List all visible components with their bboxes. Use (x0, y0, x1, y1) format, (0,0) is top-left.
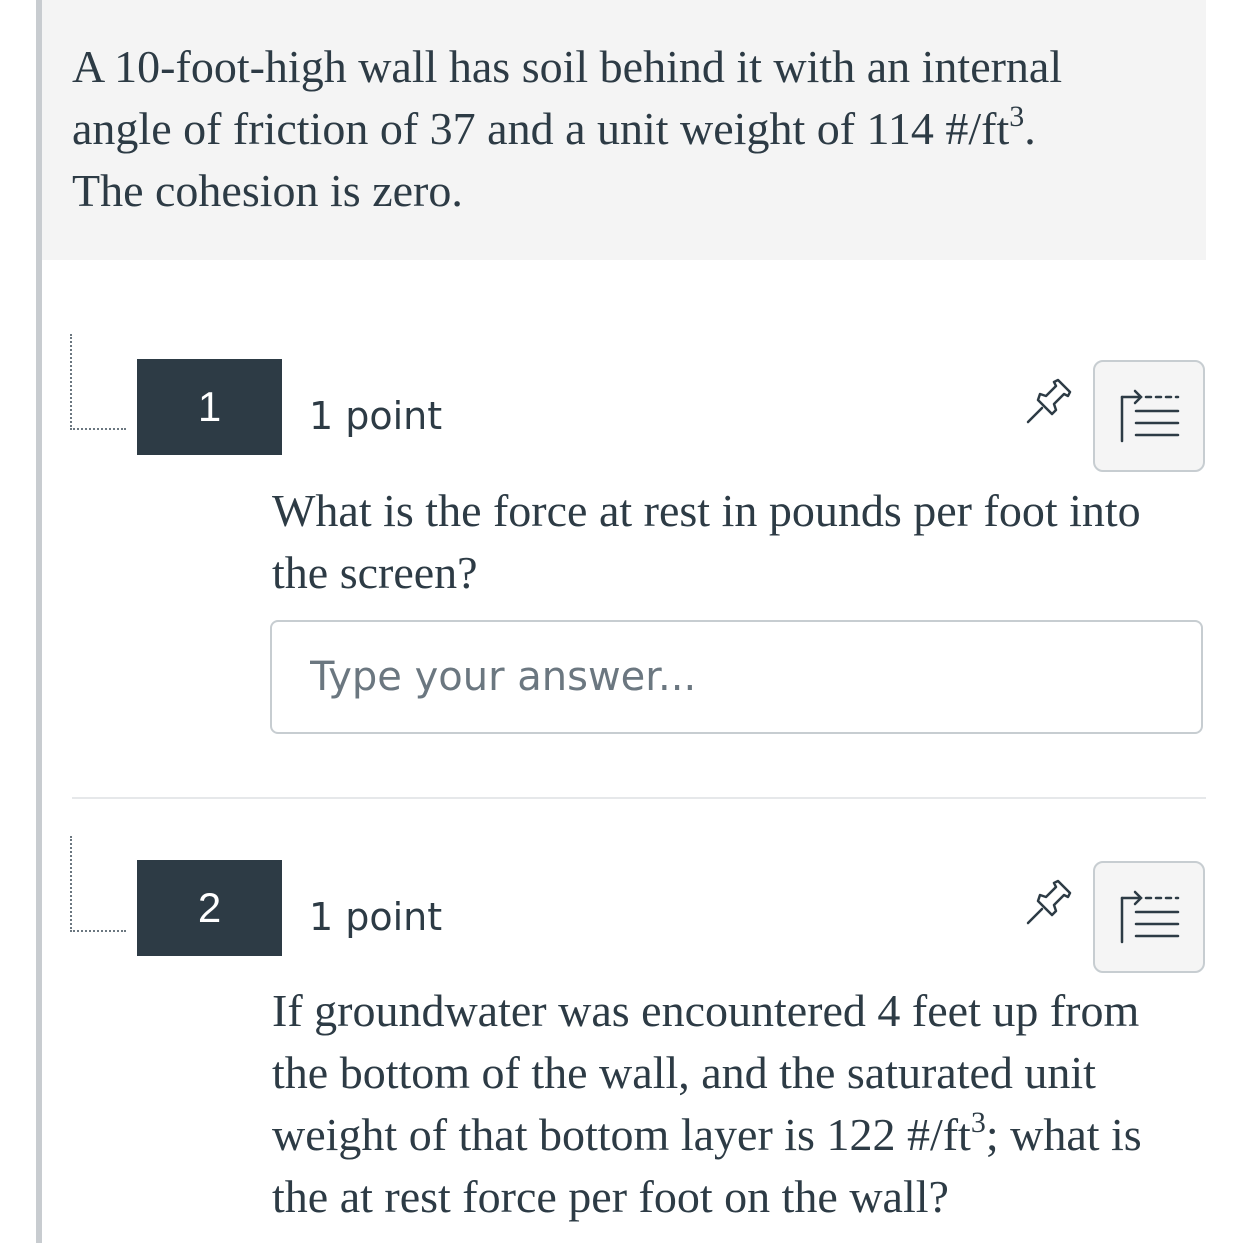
stimulus-text: A 10-foot-high wall has soil behind it w… (72, 36, 1172, 222)
pin-icon-graphic (1026, 879, 1072, 925)
superscript: 3 (970, 1106, 986, 1139)
question-text: If groundwater was encountered 4 feet up… (272, 980, 1202, 1228)
quiz-page: A 10-foot-high wall has soil behind it w… (0, 0, 1243, 1243)
stimulus-line-text: . (1024, 103, 1036, 154)
pin-icon[interactable] (1024, 877, 1076, 929)
flag-question-icon (1120, 389, 1180, 443)
flag-question-icon (1120, 890, 1180, 944)
pin-icon[interactable] (1024, 376, 1076, 428)
question-points: 1 point (309, 895, 443, 939)
answer-input[interactable] (270, 620, 1203, 734)
superscript: 3 (1009, 100, 1025, 133)
flag-question-button[interactable] (1093, 360, 1205, 472)
question-text: What is the force at rest in pounds per … (272, 485, 1141, 598)
pin-icon-graphic (1026, 378, 1072, 424)
stimulus-line-text: angle of friction of 37 and a unit weigh… (72, 103, 1010, 154)
stimulus-line: The cohesion is zero. (72, 165, 463, 216)
question-divider (72, 797, 1206, 799)
question-marker (70, 836, 126, 932)
flag-question-button[interactable] (1093, 861, 1205, 973)
question-points: 1 point (309, 394, 443, 438)
question-number-badge: 2 (137, 860, 282, 956)
question-marker (70, 334, 126, 430)
question-number-badge: 1 (137, 359, 282, 455)
stimulus-line: A 10-foot-high wall has soil behind it w… (72, 41, 1063, 92)
stimulus-line: angle of friction of 37 and a unit weigh… (72, 98, 1172, 160)
